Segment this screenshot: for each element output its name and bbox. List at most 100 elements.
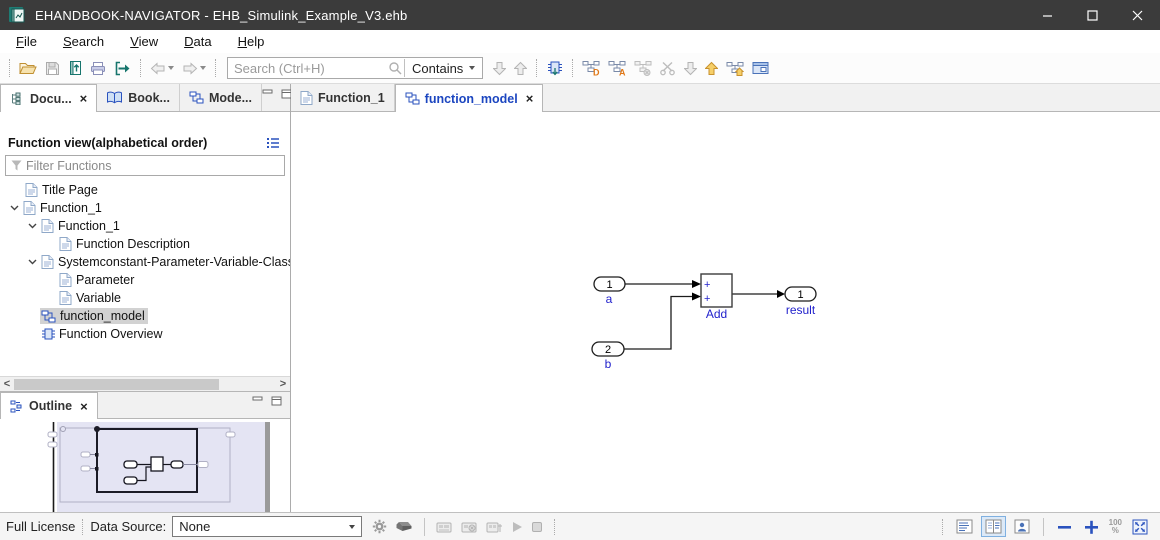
chevron-down-icon[interactable] bbox=[24, 223, 40, 229]
scrollbar-thumb[interactable] bbox=[14, 378, 219, 390]
svg-text:b: b bbox=[605, 357, 612, 371]
zoom-out-icon[interactable] bbox=[1053, 517, 1076, 537]
zoom-reset-icon[interactable]: 100 % bbox=[1105, 518, 1126, 535]
filter-input[interactable] bbox=[22, 158, 284, 173]
inport-a-block[interactable]: 1 a bbox=[593, 276, 626, 306]
back-icon[interactable] bbox=[147, 60, 177, 77]
tree-item-function-model[interactable]: function_model bbox=[0, 307, 290, 325]
open-file-icon[interactable] bbox=[16, 59, 40, 77]
model-icon bbox=[405, 92, 420, 105]
svg-text:+: + bbox=[704, 293, 710, 305]
outline-thumbnail[interactable] bbox=[0, 419, 290, 512]
disconnect-device-icon[interactable] bbox=[457, 519, 482, 535]
tab-function-1[interactable]: Function_1 bbox=[291, 84, 395, 111]
horizontal-scrollbar[interactable]: < > bbox=[0, 376, 290, 391]
forward-icon[interactable] bbox=[179, 60, 209, 77]
data-source-dropdown[interactable]: None bbox=[172, 516, 363, 537]
search-input[interactable] bbox=[228, 60, 388, 76]
go-to-parent-model-icon[interactable] bbox=[723, 58, 747, 78]
handbook-icon[interactable] bbox=[65, 58, 85, 78]
previous-result-icon[interactable] bbox=[511, 59, 530, 78]
close-icon[interactable] bbox=[1115, 0, 1160, 30]
function-tree: Title Page Function_1 Function_1 Functio… bbox=[0, 178, 290, 376]
back-history-caret[interactable] bbox=[168, 66, 174, 70]
left-panel: Docu... × Book... Mode... Function view(… bbox=[0, 84, 292, 512]
document-icon bbox=[41, 219, 54, 233]
document-icon bbox=[25, 183, 38, 197]
document-tree-icon bbox=[12, 92, 21, 105]
tree-item-systemconstant[interactable]: Systemconstant-Parameter-Variable-Classi… bbox=[0, 253, 290, 271]
stop-measurement-icon[interactable] bbox=[527, 520, 547, 534]
fit-to-screen-icon[interactable] bbox=[1128, 516, 1152, 538]
show-descriptions-icon[interactable]: D bbox=[579, 58, 603, 78]
menu-file[interactable]: File bbox=[9, 32, 44, 51]
inport-b-block[interactable]: 2 b bbox=[591, 341, 625, 371]
tab-models[interactable]: Mode... bbox=[180, 84, 262, 111]
search-mode-dropdown[interactable]: Contains bbox=[409, 61, 482, 76]
text-view-icon[interactable] bbox=[952, 516, 977, 537]
ecu-device-icon[interactable] bbox=[391, 519, 417, 534]
tree-item-function-overview[interactable]: Function Overview bbox=[0, 325, 290, 343]
menu-bar: File Search View Data Help bbox=[0, 30, 1160, 53]
scroll-left-icon[interactable]: < bbox=[0, 378, 14, 390]
outline-panel-tabs: Outline × bbox=[0, 391, 290, 419]
tree-item-parameter[interactable]: Parameter bbox=[0, 271, 290, 289]
toolbar-handle bbox=[9, 59, 10, 77]
tree-item-variable[interactable]: Variable bbox=[0, 289, 290, 307]
forward-history-caret[interactable] bbox=[200, 66, 206, 70]
outport-result-block[interactable]: 1 result bbox=[784, 286, 817, 317]
chevron-down-icon bbox=[349, 524, 356, 529]
filter-icon bbox=[11, 160, 22, 171]
menu-data[interactable]: Data bbox=[177, 32, 218, 51]
close-icon[interactable]: × bbox=[80, 91, 88, 106]
device-config-icon[interactable] bbox=[482, 519, 507, 535]
contact-view-icon[interactable] bbox=[1010, 516, 1034, 537]
measurement-device-icon[interactable] bbox=[432, 519, 457, 535]
view-menu-icon[interactable] bbox=[266, 137, 280, 149]
outline-vertical-scrollbar[interactable] bbox=[265, 422, 270, 512]
step-into-icon[interactable] bbox=[681, 59, 700, 78]
tree-item-function-1-sub[interactable]: Function_1 bbox=[0, 217, 290, 235]
go-to-model-icon[interactable] bbox=[543, 58, 566, 78]
license-status: Full License bbox=[6, 519, 76, 534]
close-icon[interactable]: × bbox=[80, 399, 88, 414]
step-up-icon[interactable] bbox=[702, 59, 721, 78]
maximize-panel-icon[interactable] bbox=[271, 395, 282, 409]
start-measurement-icon[interactable] bbox=[507, 520, 527, 534]
tab-function-model[interactable]: function_model × bbox=[394, 84, 544, 112]
zoom-in-icon[interactable] bbox=[1080, 517, 1103, 537]
chevron-down-icon[interactable] bbox=[24, 259, 40, 265]
tab-documentation[interactable]: Docu... × bbox=[0, 84, 98, 112]
tree-item-function-1[interactable]: Function_1 bbox=[0, 199, 290, 217]
next-result-icon[interactable] bbox=[490, 59, 509, 78]
chevron-down-icon[interactable] bbox=[6, 205, 22, 211]
maximize-icon[interactable] bbox=[1070, 0, 1115, 30]
cut-model-icon[interactable] bbox=[657, 59, 679, 78]
save-icon[interactable] bbox=[42, 59, 63, 78]
model-canvas[interactable]: 1 a 2 b + + Add 1 result bbox=[291, 112, 1160, 512]
open-preview-window-icon[interactable] bbox=[749, 59, 772, 77]
outline-minimap[interactable] bbox=[0, 419, 290, 512]
svg-text:1: 1 bbox=[797, 289, 803, 301]
minimize-panel-icon[interactable] bbox=[262, 88, 273, 102]
add-block[interactable]: + + Add bbox=[700, 273, 733, 321]
tab-outline[interactable]: Outline × bbox=[0, 392, 98, 419]
close-icon[interactable]: × bbox=[526, 91, 534, 106]
tree-item-function-description[interactable]: Function Description bbox=[0, 235, 290, 253]
show-labels-icon[interactable]: A bbox=[605, 58, 629, 78]
menu-view[interactable]: View bbox=[123, 32, 165, 51]
minimize-panel-icon[interactable] bbox=[252, 395, 263, 409]
print-icon[interactable] bbox=[87, 59, 109, 78]
tab-bookmarks[interactable]: Book... bbox=[97, 84, 180, 111]
tree-item-title-page[interactable]: Title Page bbox=[0, 181, 290, 199]
scroll-right-icon[interactable]: > bbox=[276, 378, 290, 390]
export-handbook-icon[interactable] bbox=[111, 59, 134, 78]
data-source-label: Data Source: bbox=[90, 519, 167, 534]
hide-elements-icon[interactable] bbox=[631, 58, 655, 78]
menu-help[interactable]: Help bbox=[231, 32, 272, 51]
minimize-icon[interactable] bbox=[1025, 0, 1070, 30]
title-bar: EHANDBOOK-NAVIGATOR - EHB_Simulink_Examp… bbox=[0, 0, 1160, 30]
settings-gear-icon[interactable] bbox=[368, 518, 391, 535]
split-view-icon[interactable] bbox=[980, 516, 1006, 537]
menu-search[interactable]: Search bbox=[56, 32, 111, 51]
